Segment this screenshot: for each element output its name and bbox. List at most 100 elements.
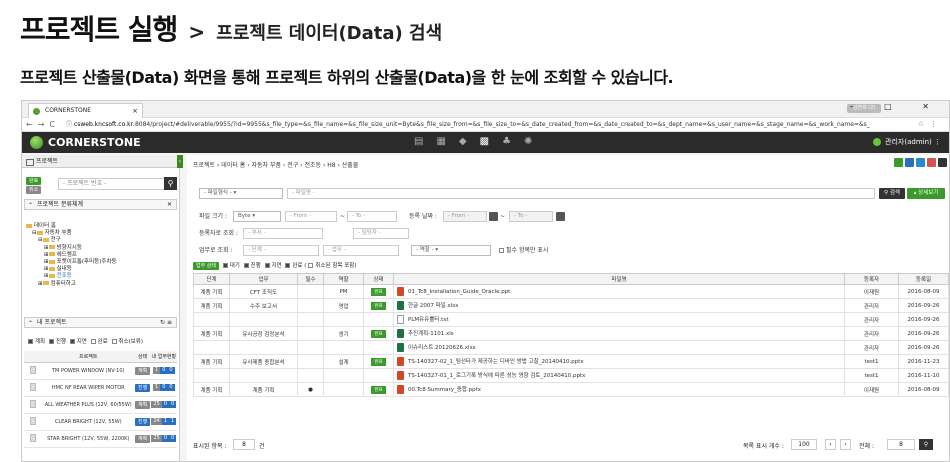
work-input[interactable]: - 업무 -: [323, 245, 399, 256]
next-page-button[interactable]: ›: [840, 439, 851, 450]
window-controls[interactable]: – □ ✕: [850, 102, 943, 111]
org-chart-icon[interactable]: ♣: [502, 136, 524, 147]
data-grid-icon[interactable]: ▩: [480, 136, 502, 147]
table-row[interactable]: 계품 기획 계품 기획 ● 완료 00.Tc8 Summary_종합.pptx 이재원 20…: [193, 382, 949, 397]
project-row[interactable]: CLEAR BRIGHT (12V, 55W) 진행 24 1 1: [24, 413, 177, 431]
file-name[interactable]: 한글 2007 파일.xlsx: [408, 303, 458, 309]
table-row[interactable]: 계품 기획 CFT 조직도 PM 완료 01_Tc8_Installation_Guid…: [193, 284, 949, 299]
stage-input[interactable]: - 단계 -: [243, 245, 319, 256]
file-name-cell[interactable]: 한글 2007 파일.xlsx: [393, 298, 845, 313]
print-icon[interactable]: [938, 158, 947, 167]
size-from-input[interactable]: - From -: [285, 211, 337, 222]
file-name-cell[interactable]: PLM유유률터.txt: [393, 312, 845, 327]
file-name[interactable]: 01_Tc8_Installation_Guide_Oracle.ppt: [408, 289, 510, 295]
project-search-input[interactable]: - 프로젝트 번호 -: [58, 178, 168, 190]
col-required[interactable]: 필수: [297, 273, 324, 285]
calendar-icon[interactable]: [916, 158, 925, 167]
file-name-cell[interactable]: 추진계획-1101.xls: [393, 326, 845, 341]
col-work[interactable]: 업무: [229, 273, 298, 285]
settings-icon[interactable]: ✺: [524, 136, 545, 147]
dashboard-icon[interactable]: ▤: [414, 136, 436, 147]
table-row[interactable]: TS-140327-01_1_로그기록 방식에 따른 성능 영향 검토_2014…: [193, 368, 949, 383]
filter-done-checkbox[interactable]: [90, 339, 96, 344]
project-tree-section[interactable]: 프로젝트 분류체계 ✕: [24, 199, 177, 210]
filter-progress-checkbox[interactable]: [48, 339, 54, 344]
browser-tab[interactable]: CORNERSTONE ×: [28, 103, 143, 118]
req-cell: [297, 368, 324, 383]
filter-plan-checkbox[interactable]: [28, 339, 33, 344]
col-state[interactable]: 상태: [363, 273, 394, 285]
col-reg-date[interactable]: 등록일: [898, 273, 949, 285]
project-row[interactable]: HMC NF REAR WIPER MOTOR 진행 1 0 0: [24, 379, 177, 397]
col-role[interactable]: 역할: [323, 273, 364, 285]
nav-buttons[interactable]: ←→C: [26, 118, 60, 131]
user-input[interactable]: - 담당자 -: [353, 228, 409, 239]
table-row[interactable]: 계품 기획 수주 보고서 영업 완료 한글 2007 파일.xlsx 관리자 2016-09…: [193, 298, 949, 313]
calendar-icon[interactable]: [489, 212, 498, 221]
my-projects-section[interactable]: 내 프로젝트 ↻ ≡: [24, 317, 177, 328]
calendar-icon[interactable]: [556, 212, 565, 221]
tree-item-selected[interactable]: ⊞ 전조등: [26, 273, 117, 280]
dept-input[interactable]: - 부서 -: [243, 228, 323, 239]
file-name[interactable]: 이슈리스트.20120626.xlsx: [408, 345, 476, 351]
bookmark-icon[interactable]: [927, 158, 936, 167]
role-select[interactable]: - 역할 - ▾: [411, 245, 491, 256]
file-name-input[interactable]: - 파일명 -: [287, 188, 875, 199]
app-logo[interactable]: CORNERSTONE: [30, 135, 141, 150]
size-unit-select[interactable]: Byte ▾: [233, 211, 281, 222]
date-to-input[interactable]: - To -: [509, 211, 553, 222]
refresh-icon[interactable]: ↻ ≡: [160, 318, 172, 327]
file-name[interactable]: 00.Tc8 Summary_종합.pptx: [408, 387, 481, 393]
file-name[interactable]: TS-140327-01_1_로그기록 방식에 따른 성능 영향 검토_2014…: [408, 373, 585, 379]
project-row[interactable]: ALL WEATHER PLUS (12V, 60/55W) 계획 25 0 0: [24, 396, 177, 414]
monitor-icon[interactable]: [894, 158, 903, 167]
required-only-toggle[interactable]: 필수 항목만 표시: [497, 245, 548, 256]
document-icon[interactable]: ▦: [436, 136, 458, 147]
col-stage[interactable]: 단계: [193, 273, 230, 285]
collapse-panel-button[interactable]: ‹: [177, 155, 183, 168]
col-registrant[interactable]: 등록자: [844, 273, 899, 285]
project-row[interactable]: TM POWER WINDOW (NV-10) 계획 1 0 0: [24, 362, 177, 380]
share-icon[interactable]: ◆: [459, 136, 480, 147]
table-row[interactable]: 이슈리스트.20120626.xlsx 관리자 2016-09-26: [193, 340, 949, 355]
stage-cell: 계품 기획: [193, 382, 230, 397]
status-complete-badge[interactable]: 완료: [26, 177, 42, 185]
file-type-select[interactable]: - 파일형식 - ▾: [199, 188, 283, 199]
close-tab-icon[interactable]: ×: [132, 104, 138, 118]
filter-delay-checkbox[interactable]: [69, 339, 75, 344]
admin-menu[interactable]: 관리자(admin) ⋮: [873, 136, 941, 148]
file-name[interactable]: 추진계획-1101.xls: [408, 331, 454, 337]
file-name-cell[interactable]: TS-140327-02_1_팀선타가 제공하는 디바인 방법 고찰_20140…: [393, 354, 845, 369]
expand-icon[interactable]: ✕: [167, 200, 172, 209]
prev-page-button[interactable]: ‹: [825, 439, 836, 450]
detail-toggle-button[interactable]: ▴ 상세보기: [907, 188, 945, 199]
bookmark-star-icon[interactable]: ☆⋮: [918, 118, 943, 131]
file-name-cell[interactable]: TS-140327-01_1_로그기록 방식에 따른 성능 영향 검토_2014…: [393, 368, 845, 383]
table-row[interactable]: PLM유유률터.txt 관리자 2016-09-26: [193, 312, 949, 327]
url-text[interactable]: ⓘ csweb.kncsoft.co.kr:8084/project/#deli…: [66, 118, 906, 131]
file-name-cell[interactable]: 이슈리스트.20120626.xlsx: [393, 340, 845, 355]
file-name[interactable]: PLM유유률터.txt: [408, 317, 449, 323]
project-search-button[interactable]: ⚲: [164, 177, 177, 190]
tree-item[interactable]: ⊞ 컴퓨터하고: [26, 281, 117, 288]
file-name-cell[interactable]: 01_Tc8_Installation_Guide_Oracle.ppt: [393, 284, 845, 299]
app-menu-icons[interactable]: ▤▦◆▩♣✺: [414, 136, 545, 147]
file-name[interactable]: TS-140327-02_1_팀선타가 제공하는 디바인 방법 고찰_20140…: [408, 359, 584, 365]
per-page-input[interactable]: 100: [791, 439, 817, 450]
tree-item[interactable]: ⊞ 방향지시등: [26, 245, 117, 252]
search-button[interactable]: ⚲ 검색: [879, 188, 905, 199]
table-row[interactable]: 계품 기획 유사제품 종합분석 설계 완료 TS-140327-02_1_팀선타가 제공…: [193, 354, 949, 369]
address-bar[interactable]: ←→C ⓘ csweb.kncsoft.co.kr:8084/project/#…: [22, 118, 949, 132]
notify-icon[interactable]: [905, 158, 914, 167]
status-cancel-badge[interactable]: 취소: [26, 186, 42, 194]
go-search-icon[interactable]: ⚲: [919, 439, 933, 450]
size-to-input[interactable]: - To -: [347, 211, 397, 222]
date-from-input[interactable]: - From -: [443, 211, 487, 222]
tree-item[interactable]: ⊞ 헤드램프: [26, 252, 117, 259]
file-name-cell[interactable]: 00.Tc8 Summary_종합.pptx: [393, 382, 845, 397]
table-row[interactable]: 계품 기획 유사공정 검정분석 생기 완료 추진계획-1101.xls 관리자 2016-0…: [193, 326, 949, 341]
project-row[interactable]: STAR BRIGHT (12V, 55W, 2200K) 계획 25 0 0: [24, 430, 177, 448]
filter-cancel-checkbox[interactable]: [111, 339, 117, 344]
tree-item[interactable]: ⊟ 전구: [26, 237, 117, 244]
col-file-name[interactable]: 파일명: [393, 273, 845, 285]
